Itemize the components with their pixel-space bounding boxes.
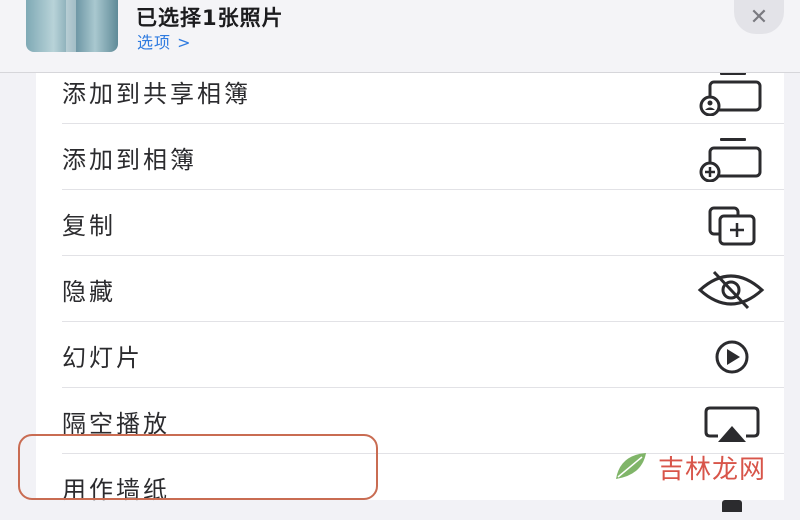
- menu-item-hide[interactable]: 隐藏: [36, 256, 784, 322]
- selection-title: 已选择1张照片: [136, 6, 284, 30]
- menu-item-label: 添加到相簿: [62, 146, 197, 174]
- action-sheet: 添加到共享相簿 添加到相簿 复制 隐藏 幻灯片 隔空播放 用作墙纸 已选择1张照…: [0, 0, 800, 514]
- airplay-icon: [692, 398, 770, 446]
- photo-thumbnail[interactable]: [26, 0, 118, 52]
- watermark-leaf-icon: [616, 453, 646, 479]
- menu-item-label: 隐藏: [62, 278, 116, 306]
- close-icon: ✕: [749, 4, 769, 30]
- hide-eye-icon: [692, 266, 770, 314]
- play-icon: [692, 332, 770, 380]
- highlight-annotation: [18, 434, 378, 500]
- sheet-header: 已选择1张照片 选项 > ✕: [0, 0, 800, 72]
- duplicate-icon: [692, 200, 770, 248]
- menu-item-slideshow[interactable]: 幻灯片: [36, 322, 784, 388]
- menu-item-duplicate[interactable]: 复制: [36, 190, 784, 256]
- close-button[interactable]: ✕: [734, 0, 784, 34]
- watermark: 吉林龙网: [612, 446, 788, 488]
- menu-item-add-to-album[interactable]: 添加到相簿: [36, 124, 784, 190]
- menu-item-label: 复制: [62, 212, 116, 240]
- shared-album-icon: [692, 68, 770, 117]
- add-album-icon: [692, 134, 770, 183]
- header-divider: [0, 72, 800, 73]
- menu-item-label: 幻灯片: [62, 344, 143, 372]
- menu-item-label: 添加到共享相簿: [62, 80, 251, 108]
- options-link[interactable]: 选项 >: [137, 29, 192, 53]
- watermark-text: 吉林龙网: [658, 454, 767, 485]
